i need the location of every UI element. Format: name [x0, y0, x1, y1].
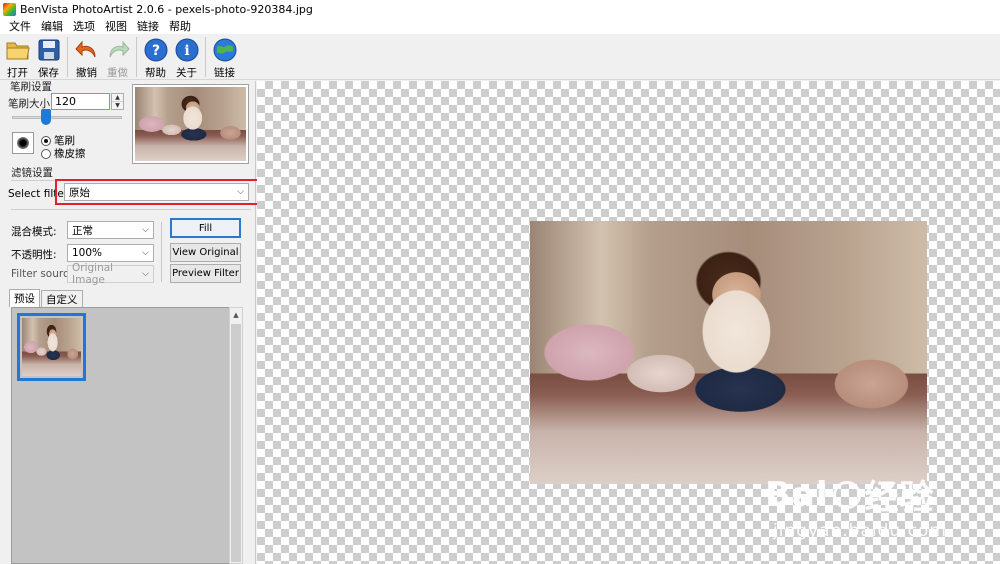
- tab-presets[interactable]: 预设: [9, 289, 40, 307]
- question-mark-icon: ?: [143, 37, 169, 63]
- open-label: 打开: [7, 67, 28, 79]
- watermark-brand-right: 经验: [864, 478, 935, 518]
- brush-dot-icon: [17, 137, 29, 149]
- undo-arrow-icon: [74, 37, 100, 63]
- brush-size-input[interactable]: 120: [51, 93, 110, 110]
- menu-file[interactable]: 文件: [4, 18, 36, 34]
- toolbar-separator: [205, 37, 206, 77]
- preset-tabs: 预设 自定义: [9, 289, 84, 307]
- fill-button[interactable]: Fill: [170, 218, 241, 238]
- scroll-up-icon[interactable]: ▲: [230, 308, 242, 322]
- filter-source-dropdown[interactable]: Original Image ⌵: [67, 262, 154, 286]
- about-label: 关于: [176, 67, 197, 79]
- group-divider: [11, 209, 251, 210]
- brush-shape-preview: [12, 132, 34, 154]
- toolbar-separator: [67, 37, 68, 77]
- chevron-down-icon: ⌵: [142, 225, 149, 235]
- save-label: 保存: [38, 67, 59, 79]
- window-title: BenVista PhotoArtist 2.0.6 - pexels-phot…: [20, 2, 313, 16]
- folder-icon: [5, 37, 31, 63]
- open-button[interactable]: 打开: [2, 34, 33, 80]
- photo-thumbnail-image: [135, 87, 246, 161]
- image-thumbnail[interactable]: [132, 84, 249, 164]
- chevron-down-icon: ⌵: [142, 269, 149, 279]
- tab-custom[interactable]: 自定义: [41, 290, 83, 307]
- app-logo-icon: [3, 2, 16, 16]
- toolbar-separator: [136, 37, 137, 77]
- help-label: 帮助: [145, 67, 166, 79]
- blend-mode-dropdown[interactable]: 正常 ⌵: [67, 221, 154, 239]
- svg-text:i: i: [184, 43, 189, 59]
- about-button[interactable]: i 关于: [171, 34, 202, 80]
- settings-panel: 笔刷设置 笔刷大小: 120 ▲ ▼ 笔刷 橡皮擦 滤镜设置 Select fi…: [0, 81, 262, 564]
- svg-text:?: ?: [151, 43, 159, 59]
- filter-source-value: Original Image: [72, 262, 114, 286]
- opacity-value: 100%: [72, 247, 103, 259]
- menu-help[interactable]: 帮助: [164, 18, 196, 34]
- scrollbar-thumb[interactable]: [231, 324, 241, 562]
- floppy-disk-icon: [36, 37, 62, 63]
- brush-settings-title: 笔刷设置: [10, 81, 52, 93]
- preset-item[interactable]: [17, 313, 86, 381]
- view-original-button[interactable]: View Original: [170, 243, 241, 262]
- preset-preview-image: [22, 318, 81, 376]
- eraser-mode-label: 橡皮擦: [54, 148, 86, 160]
- radio-unchecked-icon[interactable]: [41, 148, 51, 159]
- spin-down-icon[interactable]: ▼: [112, 102, 123, 109]
- link-button[interactable]: 链接: [209, 34, 240, 80]
- help-button[interactable]: ? 帮助: [140, 34, 171, 80]
- redo-button[interactable]: 重做: [102, 34, 133, 80]
- redo-arrow-icon: [105, 37, 131, 63]
- opacity-dropdown[interactable]: 100% ⌵: [67, 244, 154, 262]
- blend-mode-value: 正常: [72, 224, 93, 237]
- paw-logo-icon: [832, 480, 861, 509]
- link-label: 链接: [214, 67, 235, 79]
- blend-mode-label: 混合模式:: [11, 226, 57, 238]
- watermark-brand: Bai 经验: [765, 470, 995, 519]
- title-bar: BenVista PhotoArtist 2.0.6 - pexels-phot…: [0, 0, 1000, 18]
- baidu-watermark: Bai 经验 jingyan.baidu.com: [765, 470, 995, 542]
- filter-settings-title: 滤镜设置: [11, 167, 53, 179]
- save-button[interactable]: 保存: [33, 34, 64, 80]
- undo-button[interactable]: 撤销: [71, 34, 102, 80]
- radio-checked-icon[interactable]: [41, 135, 51, 146]
- menu-edit[interactable]: 编辑: [36, 18, 68, 34]
- watermark-brand-left: Bai: [765, 474, 829, 515]
- brush-size-slider[interactable]: [12, 116, 122, 119]
- menu-bar: 文件 编辑 选项 视图 链接 帮助: [0, 18, 1000, 34]
- preview-filter-button[interactable]: Preview Filter: [170, 264, 241, 283]
- watermark-url: jingyan.baidu.com: [773, 521, 947, 541]
- main-photo[interactable]: [530, 221, 927, 484]
- toolbar: 打开 保存 撤销 重做 ? 帮助 i 关于 链接: [0, 34, 1000, 80]
- annotation-highlight-box: [55, 179, 262, 205]
- preset-scrollbar[interactable]: ▲: [229, 307, 243, 564]
- brush-size-spinner[interactable]: ▲ ▼: [111, 93, 124, 110]
- spin-up-icon[interactable]: ▲: [112, 94, 123, 102]
- brush-size-slider-thumb[interactable]: [41, 109, 51, 125]
- redo-label: 重做: [107, 67, 128, 79]
- opacity-label: 不透明性:: [11, 249, 57, 261]
- undo-label: 撤销: [76, 67, 97, 79]
- globe-icon: [212, 37, 238, 63]
- preset-gallery: [11, 307, 243, 564]
- menu-options[interactable]: 选项: [68, 18, 100, 34]
- menu-view[interactable]: 视图: [100, 18, 132, 34]
- eraser-mode-option[interactable]: 橡皮擦: [41, 146, 86, 161]
- chevron-down-icon: ⌵: [142, 248, 149, 258]
- vertical-divider: [161, 222, 162, 282]
- info-icon: i: [174, 37, 200, 63]
- menu-link[interactable]: 链接: [132, 18, 164, 34]
